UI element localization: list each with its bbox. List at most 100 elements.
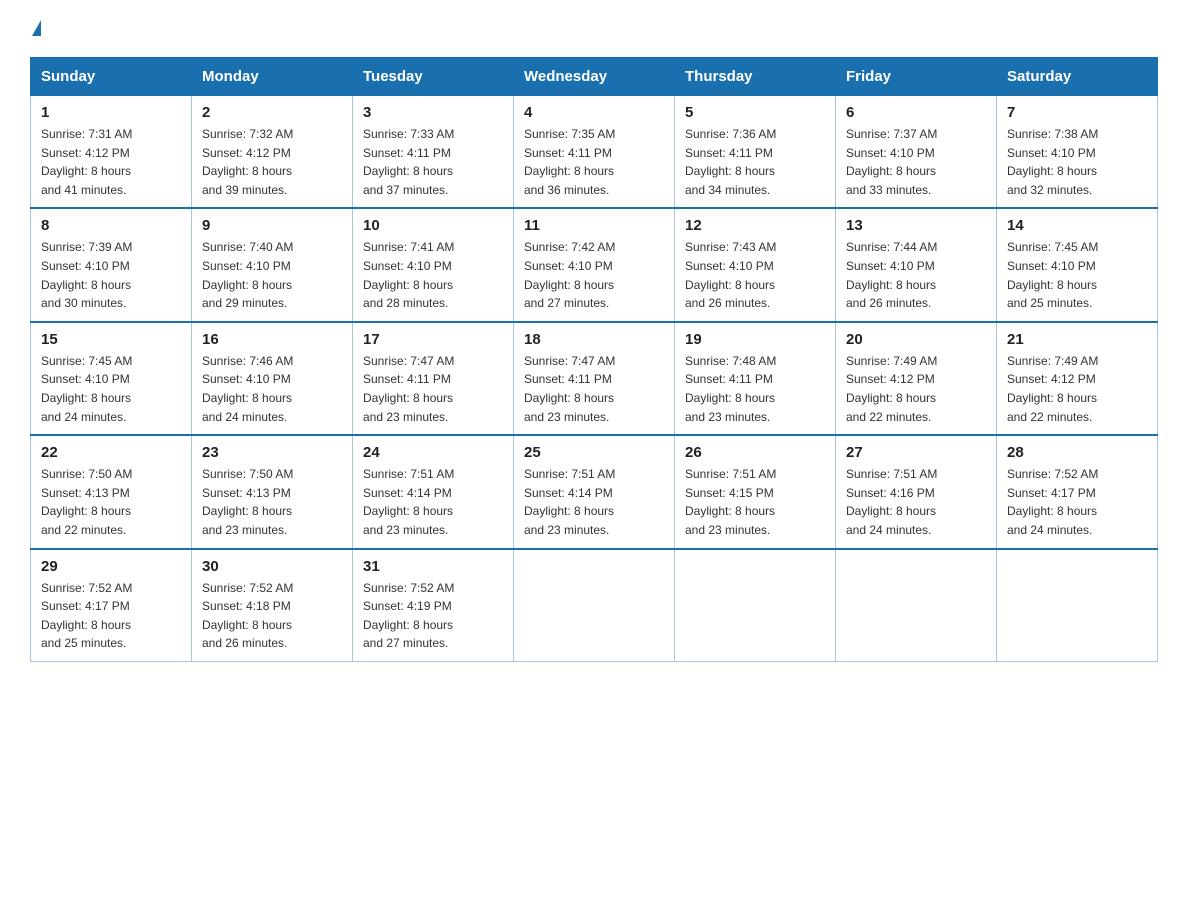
- calendar-day-cell: 3Sunrise: 7:33 AMSunset: 4:11 PMDaylight…: [353, 96, 514, 209]
- day-info: Sunrise: 7:45 AMSunset: 4:10 PMDaylight:…: [41, 352, 181, 426]
- day-number: 18: [524, 331, 664, 348]
- day-info: Sunrise: 7:32 AMSunset: 4:12 PMDaylight:…: [202, 125, 342, 199]
- calendar-day-cell: 30Sunrise: 7:52 AMSunset: 4:18 PMDayligh…: [192, 549, 353, 662]
- calendar-week-row: 29 Sunrise: 7:52 AMSunset: 4:17 PMDayligh…: [31, 549, 1158, 662]
- day-header-tuesday: Tuesday: [353, 58, 514, 96]
- day-header-thursday: Thursday: [675, 58, 836, 96]
- calendar-day-cell: 19 Sunrise: 7:48 AMSunset: 4:11 PMDayligh…: [675, 322, 836, 435]
- day-info: Sunrise: 7:51 AMSunset: 4:14 PMDaylight:…: [363, 465, 503, 539]
- calendar-header-row: SundayMondayTuesdayWednesdayThursdayFrid…: [31, 58, 1158, 96]
- calendar-day-cell: 2 Sunrise: 7:32 AMSunset: 4:12 PMDaylight…: [192, 96, 353, 209]
- day-info: Sunrise: 7:37 AMSunset: 4:10 PMDaylight:…: [846, 125, 986, 199]
- calendar-day-cell: 15 Sunrise: 7:45 AMSunset: 4:10 PMDayligh…: [31, 322, 192, 435]
- calendar-empty-cell: [997, 549, 1158, 662]
- day-number: 23: [202, 444, 342, 461]
- day-number: 12: [685, 217, 825, 234]
- day-number: 6: [846, 104, 986, 121]
- calendar-day-cell: 10 Sunrise: 7:41 AMSunset: 4:10 PMDayligh…: [353, 208, 514, 321]
- day-info: Sunrise: 7:49 AMSunset: 4:12 PMDaylight:…: [846, 352, 986, 426]
- day-number: 16: [202, 331, 342, 348]
- day-info: Sunrise: 7:39 AMSunset: 4:10 PMDaylight:…: [41, 238, 181, 312]
- calendar-day-cell: 31 Sunrise: 7:52 AMSunset: 4:19 PMDayligh…: [353, 549, 514, 662]
- logo: [30, 20, 41, 37]
- day-header-monday: Monday: [192, 58, 353, 96]
- day-info: Sunrise: 7:52 AMSunset: 4:17 PMDaylight:…: [41, 579, 181, 653]
- day-number: 5: [685, 104, 825, 121]
- day-header-friday: Friday: [836, 58, 997, 96]
- day-header-sunday: Sunday: [31, 58, 192, 96]
- calendar-day-cell: 14 Sunrise: 7:45 AMSunset: 4:10 PMDayligh…: [997, 208, 1158, 321]
- calendar-table: SundayMondayTuesdayWednesdayThursdayFrid…: [30, 57, 1158, 662]
- calendar-day-cell: 26 Sunrise: 7:51 AMSunset: 4:15 PMDayligh…: [675, 435, 836, 548]
- calendar-day-cell: 9Sunrise: 7:40 AMSunset: 4:10 PMDaylight…: [192, 208, 353, 321]
- day-info: Sunrise: 7:46 AMSunset: 4:10 PMDaylight:…: [202, 352, 342, 426]
- calendar-day-cell: 27 Sunrise: 7:51 AMSunset: 4:16 PMDayligh…: [836, 435, 997, 548]
- calendar-day-cell: 8 Sunrise: 7:39 AMSunset: 4:10 PMDaylight…: [31, 208, 192, 321]
- day-info: Sunrise: 7:33 AMSunset: 4:11 PMDaylight:…: [363, 125, 503, 199]
- day-info: Sunrise: 7:41 AMSunset: 4:10 PMDaylight:…: [363, 238, 503, 312]
- day-info: Sunrise: 7:52 AMSunset: 4:19 PMDaylight:…: [363, 579, 503, 653]
- calendar-week-row: 15 Sunrise: 7:45 AMSunset: 4:10 PMDayligh…: [31, 322, 1158, 435]
- day-info: Sunrise: 7:51 AMSunset: 4:16 PMDaylight:…: [846, 465, 986, 539]
- calendar-empty-cell: [836, 549, 997, 662]
- day-number: 27: [846, 444, 986, 461]
- calendar-day-cell: 28 Sunrise: 7:52 AMSunset: 4:17 PMDayligh…: [997, 435, 1158, 548]
- day-number: 1: [41, 104, 181, 121]
- day-info: Sunrise: 7:51 AMSunset: 4:15 PMDaylight:…: [685, 465, 825, 539]
- day-info: Sunrise: 7:51 AMSunset: 4:14 PMDaylight:…: [524, 465, 664, 539]
- day-info: Sunrise: 7:49 AMSunset: 4:12 PMDaylight:…: [1007, 352, 1147, 426]
- day-number: 25: [524, 444, 664, 461]
- day-number: 13: [846, 217, 986, 234]
- day-number: 8: [41, 217, 181, 234]
- day-number: 7: [1007, 104, 1147, 121]
- page-header: [30, 20, 1158, 37]
- day-info: Sunrise: 7:47 AMSunset: 4:11 PMDaylight:…: [363, 352, 503, 426]
- day-info: Sunrise: 7:52 AMSunset: 4:17 PMDaylight:…: [1007, 465, 1147, 539]
- day-info: Sunrise: 7:31 AMSunset: 4:12 PMDaylight:…: [41, 125, 181, 199]
- day-number: 26: [685, 444, 825, 461]
- day-number: 30: [202, 558, 342, 575]
- calendar-day-cell: 20 Sunrise: 7:49 AMSunset: 4:12 PMDayligh…: [836, 322, 997, 435]
- day-info: Sunrise: 7:50 AMSunset: 4:13 PMDaylight:…: [41, 465, 181, 539]
- day-info: Sunrise: 7:42 AMSunset: 4:10 PMDaylight:…: [524, 238, 664, 312]
- day-header-wednesday: Wednesday: [514, 58, 675, 96]
- day-number: 10: [363, 217, 503, 234]
- calendar-day-cell: 23 Sunrise: 7:50 AMSunset: 4:13 PMDayligh…: [192, 435, 353, 548]
- calendar-day-cell: 29 Sunrise: 7:52 AMSunset: 4:17 PMDayligh…: [31, 549, 192, 662]
- day-info: Sunrise: 7:43 AMSunset: 4:10 PMDaylight:…: [685, 238, 825, 312]
- calendar-empty-cell: [514, 549, 675, 662]
- calendar-empty-cell: [675, 549, 836, 662]
- calendar-day-cell: 25 Sunrise: 7:51 AMSunset: 4:14 PMDayligh…: [514, 435, 675, 548]
- day-number: 20: [846, 331, 986, 348]
- calendar-day-cell: 6 Sunrise: 7:37 AMSunset: 4:10 PMDaylight…: [836, 96, 997, 209]
- calendar-day-cell: 11Sunrise: 7:42 AMSunset: 4:10 PMDayligh…: [514, 208, 675, 321]
- day-number: 19: [685, 331, 825, 348]
- day-number: 2: [202, 104, 342, 121]
- day-number: 24: [363, 444, 503, 461]
- calendar-day-cell: 7 Sunrise: 7:38 AMSunset: 4:10 PMDaylight…: [997, 96, 1158, 209]
- calendar-day-cell: 24 Sunrise: 7:51 AMSunset: 4:14 PMDayligh…: [353, 435, 514, 548]
- day-number: 14: [1007, 217, 1147, 234]
- day-info: Sunrise: 7:44 AMSunset: 4:10 PMDaylight:…: [846, 238, 986, 312]
- day-number: 15: [41, 331, 181, 348]
- calendar-day-cell: 12 Sunrise: 7:43 AMSunset: 4:10 PMDayligh…: [675, 208, 836, 321]
- day-number: 31: [363, 558, 503, 575]
- day-number: 29: [41, 558, 181, 575]
- calendar-day-cell: 21 Sunrise: 7:49 AMSunset: 4:12 PMDayligh…: [997, 322, 1158, 435]
- calendar-week-row: 22Sunrise: 7:50 AMSunset: 4:13 PMDayligh…: [31, 435, 1158, 548]
- day-info: Sunrise: 7:38 AMSunset: 4:10 PMDaylight:…: [1007, 125, 1147, 199]
- day-info: Sunrise: 7:48 AMSunset: 4:11 PMDaylight:…: [685, 352, 825, 426]
- day-info: Sunrise: 7:35 AMSunset: 4:11 PMDaylight:…: [524, 125, 664, 199]
- day-number: 21: [1007, 331, 1147, 348]
- calendar-day-cell: 16 Sunrise: 7:46 AMSunset: 4:10 PMDayligh…: [192, 322, 353, 435]
- day-info: Sunrise: 7:36 AMSunset: 4:11 PMDaylight:…: [685, 125, 825, 199]
- calendar-day-cell: 17Sunrise: 7:47 AMSunset: 4:11 PMDayligh…: [353, 322, 514, 435]
- calendar-day-cell: 13 Sunrise: 7:44 AMSunset: 4:10 PMDayligh…: [836, 208, 997, 321]
- calendar-day-cell: 4 Sunrise: 7:35 AMSunset: 4:11 PMDaylight…: [514, 96, 675, 209]
- day-number: 9: [202, 217, 342, 234]
- day-info: Sunrise: 7:50 AMSunset: 4:13 PMDaylight:…: [202, 465, 342, 539]
- day-info: Sunrise: 7:45 AMSunset: 4:10 PMDaylight:…: [1007, 238, 1147, 312]
- day-number: 28: [1007, 444, 1147, 461]
- calendar-week-row: 8 Sunrise: 7:39 AMSunset: 4:10 PMDaylight…: [31, 208, 1158, 321]
- day-number: 4: [524, 104, 664, 121]
